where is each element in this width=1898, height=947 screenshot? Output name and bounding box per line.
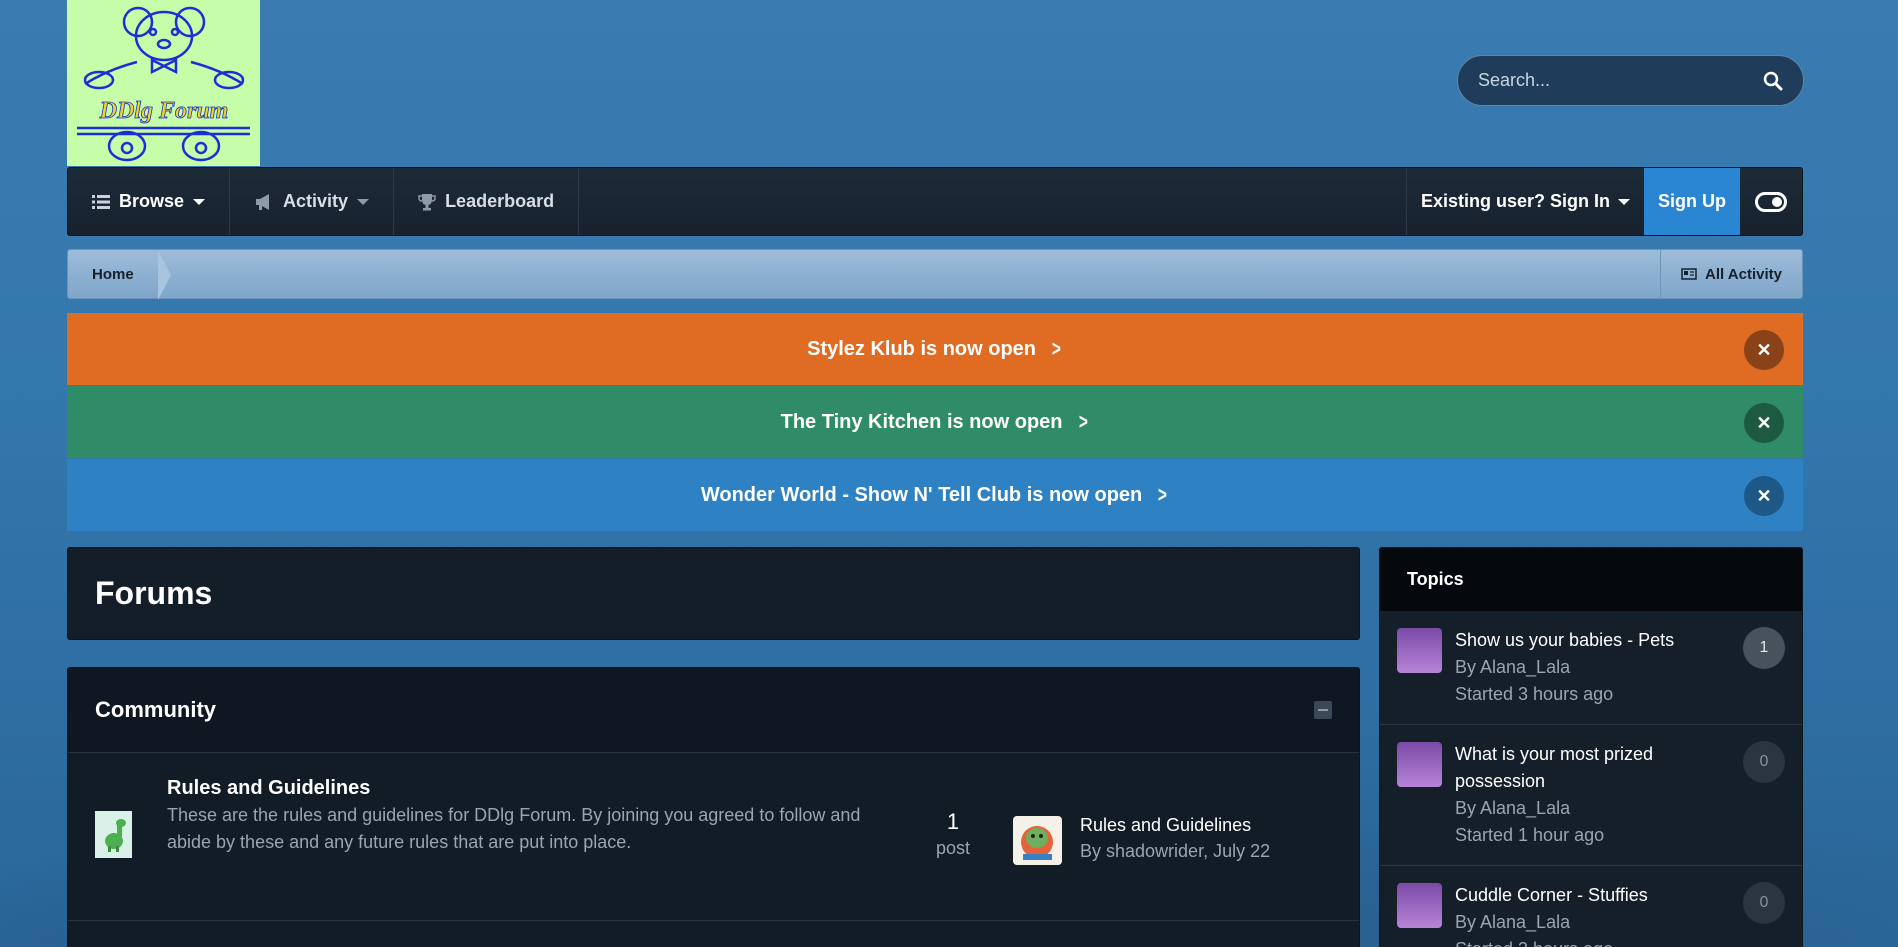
topic-started: Started 3 hours ago	[1455, 684, 1614, 704]
teddy-bear-logo-icon: DDlg Forum	[77, 6, 250, 162]
topics-widget: Topics Show us your babies - Pets By Ala…	[1379, 547, 1803, 947]
last-post-title[interactable]: Rules and Guidelines	[1080, 815, 1270, 836]
topics-widget-title: Topics	[1380, 548, 1802, 611]
chevron-down-icon	[1618, 198, 1630, 205]
announcement-banner[interactable]: Wonder World - Show N' Tell Club is now …	[67, 459, 1803, 531]
topic-title-link[interactable]: Cuddle Corner - Stuffies	[1455, 882, 1745, 909]
avatar[interactable]	[1397, 742, 1442, 787]
topic-title-link[interactable]: Show us your babies - Pets	[1455, 627, 1745, 654]
nav-browse[interactable]: Browse	[68, 168, 231, 235]
chevron-down-icon	[193, 198, 206, 205]
close-icon[interactable]: ✕	[1744, 476, 1784, 516]
all-activity-label: All Activity	[1705, 265, 1782, 283]
topic-item: Show us your babies - Pets By Alana_Lala…	[1380, 611, 1802, 725]
chevron-right-icon: >	[1051, 336, 1061, 361]
nav-activity[interactable]: Activity	[230, 168, 395, 235]
category-header: Community	[68, 668, 1359, 753]
trophy-icon	[418, 193, 436, 210]
topic-started: Started 3 hours ago	[1455, 936, 1745, 947]
forum-title-link[interactable]: Rules and Guidelines	[167, 777, 867, 800]
post-count-number: 1	[946, 809, 960, 834]
topic-started: Started 1 hour ago	[1455, 825, 1605, 845]
category-title[interactable]: Community	[95, 697, 1314, 723]
breadcrumb: Home All Activity	[67, 249, 1803, 300]
page-header: Forums	[67, 547, 1360, 640]
nav-leaderboard-label: Leaderboard	[445, 191, 555, 211]
search-icon[interactable]	[1763, 71, 1783, 91]
chevron-down-icon	[357, 198, 370, 205]
signin-button[interactable]: Existing user? Sign In	[1405, 168, 1644, 235]
site-logo[interactable]: DDlg Forum	[67, 0, 260, 166]
breadcrumb-home[interactable]: Home	[68, 250, 171, 300]
page-title: Forums	[95, 575, 213, 611]
reply-count-badge: 1	[1743, 627, 1785, 669]
theme-toggle[interactable]	[1740, 168, 1802, 235]
topic-item: What is your most prized possession By A…	[1380, 725, 1802, 866]
search-box[interactable]	[1457, 55, 1804, 106]
announcement-text: Stylez Klub is now open	[807, 337, 1037, 360]
dinosaur-forum-icon[interactable]	[95, 811, 132, 858]
nav-browse-label: Browse	[119, 191, 185, 211]
forum-category: Community Rules and Guidelines These are…	[67, 667, 1360, 947]
forum-row: Rules and Guidelines These are the rules…	[68, 753, 1359, 921]
topic-item: Cuddle Corner - Stuffies By Alana_Lala S…	[1380, 866, 1802, 947]
post-count-label: post	[935, 838, 971, 858]
all-activity-link[interactable]: All Activity	[1660, 250, 1802, 298]
list-icon	[92, 194, 110, 209]
forum-description: These are the rules and guidelines for D…	[167, 805, 861, 852]
megaphone-icon	[256, 193, 270, 210]
collapse-icon[interactable]	[1314, 701, 1332, 719]
announcement-text: Wonder World - Show N' Tell Club is now …	[700, 483, 1143, 506]
chevron-right-icon: >	[1158, 482, 1168, 507]
signup-button[interactable]: Sign Up	[1644, 168, 1740, 235]
topic-title-link[interactable]: What is your most prized possession	[1455, 741, 1745, 795]
announcement-text: The Tiny Kitchen is now open	[780, 410, 1063, 433]
announcement-banner[interactable]: The Tiny Kitchen is now open > ✕	[67, 386, 1803, 458]
avatar[interactable]	[1397, 628, 1442, 673]
svg-text:DDlg Forum: DDlg Forum	[99, 98, 229, 124]
topic-author: By Alana_Lala	[1455, 657, 1571, 677]
close-icon[interactable]: ✕	[1744, 403, 1784, 443]
search-input[interactable]	[1478, 70, 1763, 91]
reply-count-badge: 0	[1743, 882, 1785, 924]
newspaper-icon	[1681, 268, 1697, 280]
avatar[interactable]	[1013, 816, 1062, 865]
announcement-banner[interactable]: Stylez Klub is now open > ✕	[67, 313, 1803, 385]
toggle-icon	[1755, 191, 1787, 212]
nav-activity-label: Activity	[283, 191, 349, 211]
main-nav: Browse Activity Leaderboard Existing use…	[67, 167, 1803, 236]
last-post-meta: By shadowrider, July 22	[1080, 841, 1271, 861]
forum-post-count: 1 post	[928, 809, 978, 859]
topic-author: By Alana_Lala	[1455, 912, 1571, 932]
topic-author: By Alana_Lala	[1455, 798, 1571, 818]
signup-label: Sign Up	[1658, 191, 1726, 211]
chevron-right-icon: >	[1078, 409, 1088, 434]
nav-leaderboard[interactable]: Leaderboard	[394, 168, 580, 235]
breadcrumb-home-label: Home	[92, 265, 134, 283]
close-icon[interactable]: ✕	[1744, 330, 1784, 370]
signin-label: Existing user? Sign In	[1420, 191, 1610, 211]
avatar[interactable]	[1397, 883, 1442, 928]
reply-count-badge: 0	[1743, 741, 1785, 783]
